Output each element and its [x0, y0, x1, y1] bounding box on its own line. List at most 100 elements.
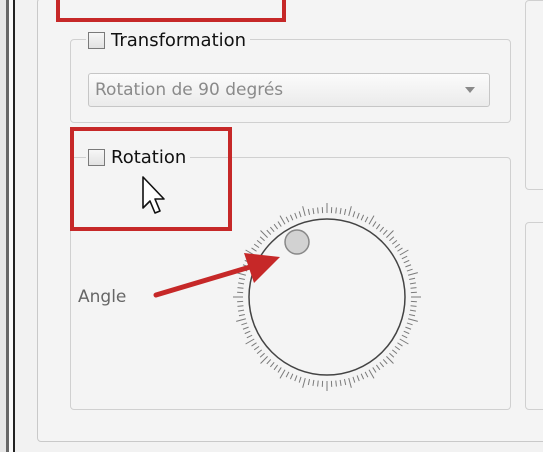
dial-tick [409, 309, 416, 312]
right-group-box-top [525, 0, 543, 190]
dial-tick [410, 287, 417, 289]
dial-tick [259, 236, 265, 242]
dial-tick [294, 212, 298, 219]
dial-tick [260, 230, 268, 238]
dial-tick [372, 367, 377, 373]
dial-tick [245, 338, 255, 345]
dial-tick [312, 379, 315, 386]
dial-tick [356, 375, 360, 382]
dial-tick [399, 338, 409, 345]
transformation-checkbox-box[interactable] [88, 31, 105, 49]
dial-tick [401, 334, 408, 339]
dial-tick [242, 326, 249, 330]
dial-tick [237, 305, 244, 307]
dial-tick [394, 243, 401, 249]
dial-tick [386, 230, 394, 238]
dial-tick [241, 322, 248, 326]
dial-tick [368, 369, 375, 379]
transformation-checkbox[interactable]: Transformation [86, 28, 251, 52]
dial-tick [246, 334, 253, 339]
dial-tick [401, 255, 408, 260]
dial-tick [335, 207, 337, 214]
dial-tick [391, 349, 398, 355]
dial-tick [397, 247, 403, 252]
dial-tick [375, 223, 381, 230]
dial-tick [379, 361, 385, 368]
transformation-select-value: Rotation de 90 degrés [95, 80, 284, 100]
dial-tick [375, 364, 381, 371]
annotation-highlight-top [56, 0, 286, 22]
dial-tick [298, 211, 302, 218]
dial-tick [256, 349, 263, 355]
dial-tick [289, 373, 294, 380]
dial-tick [408, 318, 418, 322]
dial-tick [372, 221, 377, 227]
dial-tick [302, 206, 306, 216]
dial-tick [236, 318, 246, 322]
dial-tick [386, 356, 394, 364]
dial-tick [379, 226, 385, 233]
dial-tick [266, 359, 272, 365]
dial-tick [266, 229, 272, 235]
dial-tick [277, 221, 282, 227]
dial-tick [339, 208, 342, 215]
dial-tick [307, 208, 311, 215]
dial-tick [403, 330, 410, 335]
dial-tick [253, 345, 260, 351]
dial-tick [382, 359, 388, 365]
dial-tick [279, 369, 286, 379]
dial-tick [269, 226, 275, 233]
dial-tick [364, 371, 369, 378]
angle-label: Angle [78, 287, 127, 307]
dial-tick [405, 326, 412, 330]
dial-tick [244, 330, 251, 335]
dial-tick [348, 206, 352, 216]
dial-tick [256, 239, 263, 245]
dial-tick [360, 373, 365, 380]
transformation-checkbox-label: Transformation [111, 29, 247, 51]
dial-tick [352, 376, 356, 383]
dial-tick [399, 249, 409, 256]
dial-tick [298, 376, 302, 383]
dial-tick [391, 239, 398, 245]
transformation-select[interactable]: Rotation de 90 degrés [88, 73, 490, 107]
dial-tick [408, 272, 418, 276]
window-border-edge [13, 0, 15, 452]
dial-tick [410, 305, 417, 307]
dial-tick [343, 379, 347, 386]
dial-tick [260, 356, 268, 364]
dial-tick [409, 282, 416, 285]
dial-tick [405, 264, 412, 268]
chevron-down-icon[interactable] [465, 87, 475, 93]
mouse-pointer-icon [142, 176, 165, 214]
dial-tick [269, 361, 275, 368]
dial-tick [364, 216, 369, 223]
red-arrow-icon [153, 253, 280, 298]
dial-tick [389, 236, 395, 242]
dial-tick [285, 216, 290, 223]
dial-tick [273, 223, 279, 230]
dial-tick [279, 215, 286, 225]
dial-tick [368, 215, 375, 225]
dial-tick [312, 208, 315, 215]
dial-tick [277, 367, 282, 373]
dial-tick [409, 313, 416, 317]
dial-tick [348, 378, 352, 388]
right-group-box-bottom [525, 222, 543, 410]
dial-tick [238, 313, 245, 317]
dial-tick [294, 375, 298, 382]
dial-tick [352, 211, 356, 218]
dial-tick [360, 214, 365, 221]
dial-tick [317, 380, 319, 387]
dial-tick [343, 208, 347, 215]
dial-tick [273, 364, 279, 371]
dial-tick [339, 379, 342, 386]
dial-tick [251, 342, 257, 347]
dial-tick [394, 345, 401, 351]
dial-tick [285, 371, 290, 378]
dial-tick [302, 378, 306, 388]
dial-tick [356, 212, 360, 219]
dial-tick [406, 268, 413, 272]
dial-tick [409, 277, 416, 281]
dial-tick [406, 322, 413, 326]
